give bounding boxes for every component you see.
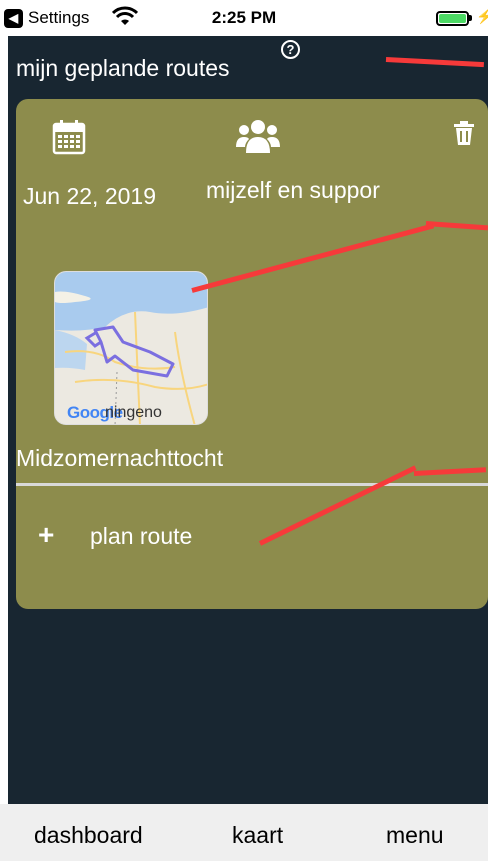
page-title: mijn geplande routes (16, 55, 230, 81)
route-card[interactable]: Jun 22, 2019 mijzelf en suppor Google ni… (16, 99, 488, 609)
battery-tip (469, 15, 472, 21)
tab-kaart[interactable]: kaart (232, 822, 283, 849)
main-content: mijn geplande routes ? Jun 22, 2019 mijz… (8, 36, 488, 804)
trash-icon[interactable] (454, 121, 474, 145)
plus-icon: + (38, 519, 55, 550)
charging-icon: ⚡ (476, 8, 488, 24)
battery-icon (436, 11, 469, 26)
help-icon[interactable]: ? (281, 40, 300, 59)
bottom-tab-bar: dashboard kaart menu (0, 804, 488, 861)
clock: 2:25 PM (211, 8, 277, 27)
plan-route-label: plan route (90, 523, 193, 549)
group-icon[interactable] (236, 119, 280, 155)
status-bar: ◀ Settings 2:25 PM ⚡ (0, 0, 488, 36)
annotation-line (385, 57, 484, 68)
map-place-label: ningeno (105, 404, 162, 421)
calendar-icon[interactable] (52, 119, 86, 155)
route-participants: mijzelf en suppor (206, 177, 380, 203)
route-date: Jun 22, 2019 (23, 183, 157, 209)
route-name[interactable]: Midzomernachttocht (16, 445, 223, 472)
divider (16, 483, 488, 486)
tab-menu[interactable]: menu (386, 822, 444, 849)
tab-dashboard[interactable]: dashboard (34, 822, 143, 849)
route-map-thumbnail[interactable]: Google ningeno (54, 271, 208, 425)
